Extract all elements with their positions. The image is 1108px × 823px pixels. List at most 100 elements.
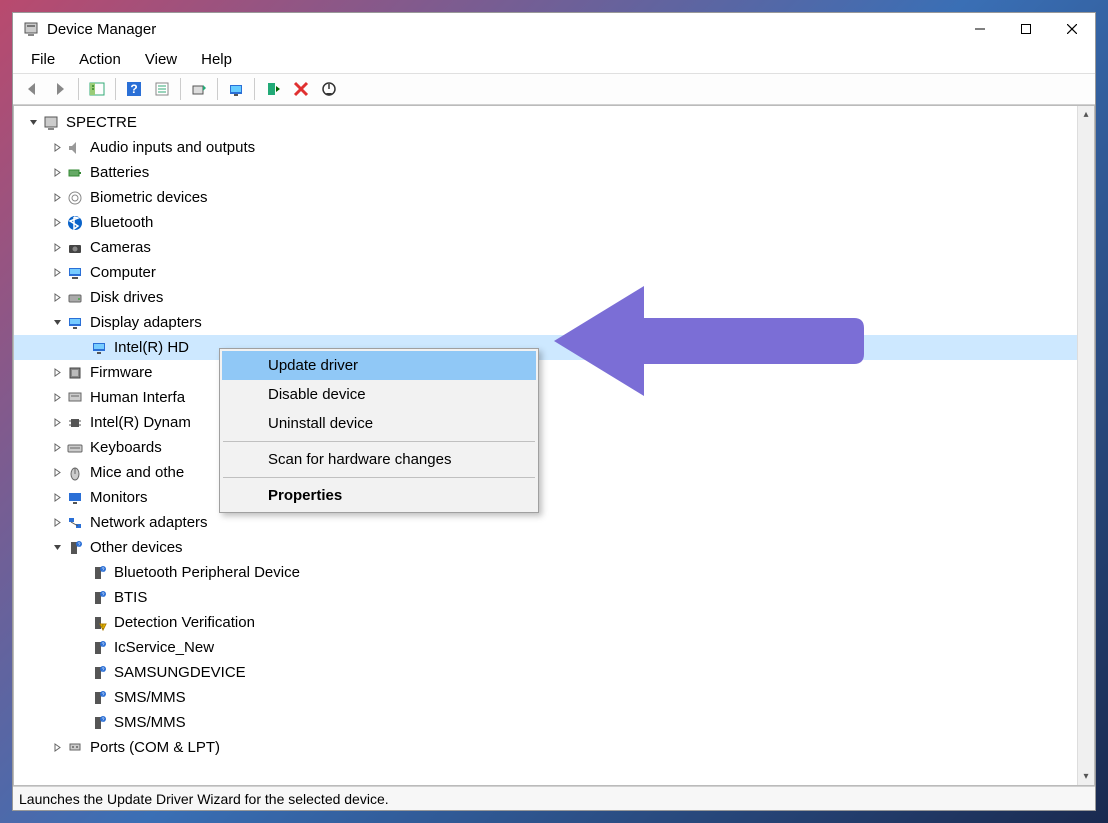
maximize-button[interactable] — [1003, 13, 1049, 45]
status-text: Launches the Update Driver Wizard for th… — [19, 791, 389, 807]
tree-row[interactable]: ? Other devices — [14, 535, 1077, 560]
device-tree[interactable]: SPECTRE Audio inputs and outputs Batteries… — [14, 106, 1077, 785]
context-menu-item[interactable]: Uninstall device — [222, 409, 536, 438]
tree-row[interactable]: ?BTIS — [14, 585, 1077, 610]
expander-icon[interactable] — [50, 391, 64, 405]
expander-icon[interactable] — [50, 516, 64, 530]
svg-text:?: ? — [102, 667, 105, 673]
tree-row[interactable]: SPECTRE — [14, 110, 1077, 135]
expander-icon[interactable] — [74, 566, 88, 580]
expander-icon[interactable] — [50, 216, 64, 230]
update-driver-button[interactable] — [186, 76, 212, 102]
expander-icon[interactable] — [50, 191, 64, 205]
context-menu-item[interactable]: Properties — [222, 481, 536, 510]
titlebar[interactable]: Device Manager — [13, 13, 1095, 45]
tree-label: Human Interfa — [90, 389, 185, 406]
tree-label: Cameras — [90, 239, 151, 256]
fingerprint-icon — [66, 189, 84, 207]
expander-icon[interactable] — [50, 741, 64, 755]
expander-icon[interactable] — [50, 366, 64, 380]
tree-row[interactable]: Batteries — [14, 160, 1077, 185]
expander-icon[interactable] — [50, 416, 64, 430]
tree-row[interactable]: Audio inputs and outputs — [14, 135, 1077, 160]
tree-row[interactable]: Cameras — [14, 235, 1077, 260]
expander-icon[interactable] — [74, 691, 88, 705]
expander-icon[interactable] — [50, 291, 64, 305]
expander-icon[interactable] — [50, 266, 64, 280]
close-button[interactable] — [1049, 13, 1095, 45]
expander-icon[interactable] — [74, 591, 88, 605]
vertical-scrollbar[interactable]: ▴ ▾ — [1077, 106, 1094, 785]
unknown-icon: ? — [90, 564, 108, 582]
disk-icon — [66, 289, 84, 307]
tree-row[interactable]: Mice and othe — [14, 460, 1077, 485]
menu-view[interactable]: View — [135, 47, 187, 72]
scroll-thumb[interactable] — [1078, 123, 1094, 768]
tree-row[interactable]: ?IcService_New — [14, 635, 1077, 660]
expander-icon[interactable] — [50, 241, 64, 255]
expander-icon[interactable] — [50, 466, 64, 480]
tree-row[interactable]: Monitors — [14, 485, 1077, 510]
tree-row[interactable]: ?SMS/MMS — [14, 710, 1077, 735]
context-menu-item[interactable]: Scan for hardware changes — [222, 445, 536, 474]
expander-icon[interactable] — [50, 441, 64, 455]
scroll-up-arrow[interactable]: ▴ — [1078, 106, 1094, 123]
expander-icon[interactable] — [74, 641, 88, 655]
expander-icon[interactable] — [74, 341, 88, 355]
context-menu: Update driverDisable deviceUninstall dev… — [219, 348, 539, 513]
disable-device-button[interactable] — [316, 76, 342, 102]
context-menu-item[interactable]: Update driver — [222, 351, 536, 380]
menu-action[interactable]: Action — [69, 47, 131, 72]
tree-label: Ports (COM & LPT) — [90, 739, 220, 756]
menubar: File Action View Help — [13, 45, 1095, 73]
tree-row[interactable]: Intel(R) Dynam — [14, 410, 1077, 435]
back-button[interactable] — [19, 76, 45, 102]
unknown-warn-icon: ! — [90, 614, 108, 632]
tree-row[interactable]: ?Bluetooth Peripheral Device — [14, 560, 1077, 585]
tree-row[interactable]: Keyboards — [14, 435, 1077, 460]
help-button[interactable]: ? — [121, 76, 147, 102]
uninstall-device-button[interactable] — [288, 76, 314, 102]
forward-button[interactable] — [47, 76, 73, 102]
show-hide-console-tree-button[interactable] — [84, 76, 110, 102]
tree-row[interactable]: !Detection Verification — [14, 610, 1077, 635]
chip-icon — [66, 414, 84, 432]
minimize-button[interactable] — [957, 13, 1003, 45]
expander-icon[interactable] — [50, 166, 64, 180]
expander-icon[interactable] — [50, 491, 64, 505]
scan-hardware-button[interactable] — [223, 76, 249, 102]
enable-device-button[interactable] — [260, 76, 286, 102]
tree-row[interactable]: Biometric devices — [14, 185, 1077, 210]
tree-row[interactable]: Firmware — [14, 360, 1077, 385]
expander-icon[interactable] — [50, 141, 64, 155]
scroll-down-arrow[interactable]: ▾ — [1078, 768, 1094, 785]
expander-icon[interactable] — [74, 716, 88, 730]
tree-row[interactable]: Ports (COM & LPT) — [14, 735, 1077, 760]
tree-row[interactable]: Network adapters — [14, 510, 1077, 535]
tree-row[interactable]: Intel(R) HD — [14, 335, 1077, 360]
expander-icon[interactable] — [26, 116, 40, 130]
tree-row[interactable]: Display adapters — [14, 310, 1077, 335]
tree-row[interactable]: Computer — [14, 260, 1077, 285]
context-menu-item[interactable]: Disable device — [222, 380, 536, 409]
expander-icon[interactable] — [50, 316, 64, 330]
expander-icon[interactable] — [74, 666, 88, 680]
expander-icon[interactable] — [74, 616, 88, 630]
keyboard-icon — [66, 439, 84, 457]
menu-help[interactable]: Help — [191, 47, 242, 72]
tree-row[interactable]: ?SAMSUNGDEVICE — [14, 660, 1077, 685]
expander-icon[interactable] — [50, 541, 64, 555]
tree-label: SMS/MMS — [114, 689, 186, 706]
tree-label: Audio inputs and outputs — [90, 139, 255, 156]
tree-row[interactable]: Disk drives — [14, 285, 1077, 310]
tree-row[interactable]: Human Interfa — [14, 385, 1077, 410]
properties-button[interactable] — [149, 76, 175, 102]
tree-row[interactable]: ?SMS/MMS — [14, 685, 1077, 710]
tree-row[interactable]: Bluetooth — [14, 210, 1077, 235]
tree-label: Firmware — [90, 364, 153, 381]
menu-file[interactable]: File — [21, 47, 65, 72]
toolbar-sep — [217, 78, 218, 100]
unknown-icon: ? — [90, 714, 108, 732]
other-icon: ? — [66, 539, 84, 557]
tree-label: Other devices — [90, 539, 183, 556]
